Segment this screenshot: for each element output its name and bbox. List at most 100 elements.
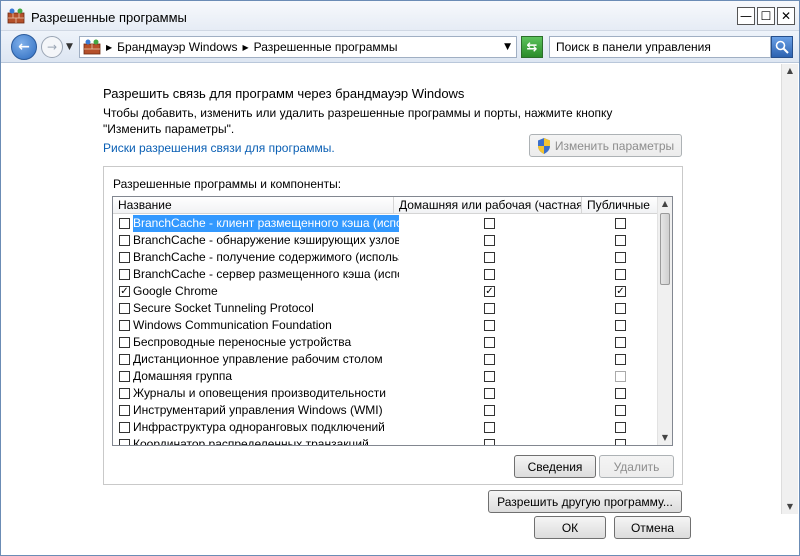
home-network-checkbox[interactable] <box>484 371 495 382</box>
public-network-checkbox[interactable] <box>615 388 626 399</box>
home-network-checkbox[interactable] <box>484 252 495 263</box>
firewall-wall-icon <box>83 39 101 55</box>
table-row[interactable]: BranchCache - получение содержимого (исп… <box>113 249 659 266</box>
public-network-checkbox[interactable] <box>615 235 626 246</box>
firewall-wall-icon <box>7 8 25 24</box>
refresh-button[interactable]: ⇆ <box>521 36 543 58</box>
program-enabled-checkbox[interactable] <box>119 422 130 433</box>
program-enabled-checkbox[interactable] <box>119 218 130 229</box>
table-row[interactable]: Secure Socket Tunneling Protocol <box>113 300 659 317</box>
program-name: Инфраструктура одноранговых подключений <box>133 420 385 434</box>
program-enabled-checkbox[interactable] <box>119 269 130 280</box>
program-enabled-checkbox[interactable] <box>119 252 130 263</box>
program-enabled-checkbox[interactable] <box>119 235 130 246</box>
home-network-checkbox[interactable] <box>484 405 495 416</box>
cancel-button[interactable]: Отмена <box>614 516 691 539</box>
table-row[interactable]: ✓ Google Chrome ✓ ✓ <box>113 283 659 300</box>
public-network-checkbox[interactable] <box>615 337 626 348</box>
program-enabled-checkbox[interactable] <box>119 371 130 382</box>
table-row[interactable]: Координатор распределенных транзакций <box>113 436 659 445</box>
scroll-down-icon[interactable]: ▼ <box>783 500 797 514</box>
program-enabled-checkbox[interactable] <box>119 320 130 331</box>
table-row[interactable]: BranchCache - клиент размещенного кэша (… <box>113 215 659 232</box>
scroll-down-icon[interactable]: ▼ <box>658 431 672 445</box>
uac-shield-icon <box>537 137 550 154</box>
home-network-checkbox[interactable] <box>484 439 495 445</box>
program-name: Windows Communication Foundation <box>133 318 332 332</box>
public-network-checkbox[interactable] <box>615 218 626 229</box>
table-row[interactable]: BranchCache - обнаружение кэширующих узл… <box>113 232 659 249</box>
table-row[interactable]: Дистанционное управление рабочим столом <box>113 351 659 368</box>
public-network-checkbox[interactable] <box>615 252 626 263</box>
scroll-thumb[interactable] <box>660 213 670 285</box>
ok-button[interactable]: ОК <box>534 516 606 539</box>
breadcrumb-separator-icon[interactable]: ▶ <box>106 43 112 52</box>
minimize-button[interactable]: — <box>737 7 755 25</box>
public-network-checkbox[interactable]: ✓ <box>615 286 626 297</box>
scroll-up-icon[interactable]: ▲ <box>783 64 797 78</box>
forward-button[interactable]: → <box>41 36 63 58</box>
public-network-checkbox[interactable] <box>615 405 626 416</box>
program-enabled-checkbox[interactable] <box>119 405 130 416</box>
program-enabled-checkbox[interactable]: ✓ <box>119 286 130 297</box>
column-header-name[interactable]: Название <box>113 197 394 214</box>
breadcrumb-firewall[interactable]: Брандмауэр Windows <box>117 40 237 54</box>
table-row[interactable]: Инфраструктура одноранговых подключений <box>113 419 659 436</box>
column-header-home[interactable]: Домашняя или рабочая (частная) <box>394 197 582 214</box>
search-button[interactable] <box>771 36 793 58</box>
public-network-checkbox[interactable] <box>615 422 626 433</box>
home-network-checkbox[interactable] <box>484 218 495 229</box>
home-network-checkbox[interactable] <box>484 320 495 331</box>
address-dropdown-icon[interactable]: ▼ <box>504 42 511 52</box>
home-network-checkbox[interactable] <box>484 388 495 399</box>
risks-link[interactable]: Риски разрешения связи для программы. <box>103 141 335 155</box>
column-header-public[interactable]: Публичные <box>582 197 659 214</box>
program-name: Инструментарий управления Windows (WMI) <box>133 403 383 417</box>
public-network-checkbox[interactable] <box>615 269 626 280</box>
program-enabled-checkbox[interactable] <box>119 337 130 348</box>
public-network-checkbox[interactable] <box>615 439 626 445</box>
title-bar[interactable]: Разрешенные программы — ☐ ✕ <box>1 1 799 31</box>
recent-pages-dropdown-icon[interactable]: ▼ <box>66 42 73 52</box>
allowed-programs-list[interactable]: Название Домашняя или рабочая (частная) … <box>112 196 673 446</box>
close-button[interactable]: ✕ <box>777 7 795 25</box>
home-network-checkbox[interactable]: ✓ <box>484 286 495 297</box>
address-bar[interactable]: ▶ Брандмауэр Windows ▶ Разрешенные прогр… <box>79 36 517 58</box>
list-vertical-scrollbar[interactable]: ▲ ▼ <box>657 197 672 445</box>
back-button[interactable]: ← <box>11 34 37 60</box>
home-network-checkbox[interactable] <box>484 354 495 365</box>
home-network-checkbox[interactable] <box>484 269 495 280</box>
scroll-up-icon[interactable]: ▲ <box>658 197 672 211</box>
table-row[interactable]: BranchCache - сервер размещенного кэша (… <box>113 266 659 283</box>
table-row[interactable]: Домашняя группа <box>113 368 659 385</box>
allow-another-program-button[interactable]: Разрешить другую программу... <box>488 490 682 513</box>
breadcrumb-allowed-programs[interactable]: Разрешенные программы <box>254 40 398 54</box>
breadcrumb-separator-icon[interactable]: ▶ <box>242 43 248 52</box>
instructions-text: Чтобы добавить, изменить или удалить раз… <box>103 106 613 136</box>
home-network-checkbox[interactable] <box>484 235 495 246</box>
program-enabled-checkbox[interactable] <box>119 388 130 399</box>
allow-another-program-label: Разрешить другую программу... <box>497 494 673 509</box>
program-enabled-checkbox[interactable] <box>119 354 130 365</box>
remove-button[interactable]: Удалить <box>599 455 674 478</box>
public-network-checkbox[interactable] <box>615 303 626 314</box>
maximize-icon: ☐ <box>760 9 772 23</box>
public-network-checkbox[interactable] <box>615 354 626 365</box>
home-network-checkbox[interactable] <box>484 303 495 314</box>
program-enabled-checkbox[interactable] <box>119 303 130 314</box>
table-row[interactable]: Беспроводные переносные устройства <box>113 334 659 351</box>
ok-label: ОК <box>561 520 579 535</box>
details-button[interactable]: Сведения <box>514 455 596 478</box>
window-vertical-scrollbar[interactable]: ▲ ▼ <box>781 64 798 514</box>
table-row[interactable]: Windows Communication Foundation <box>113 317 659 334</box>
home-network-checkbox[interactable] <box>484 422 495 433</box>
table-row[interactable]: Инструментарий управления Windows (WMI) <box>113 402 659 419</box>
table-row[interactable]: Журналы и оповещения производительности <box>113 385 659 402</box>
maximize-button[interactable]: ☐ <box>757 7 775 25</box>
home-network-checkbox[interactable] <box>484 337 495 348</box>
public-network-checkbox[interactable] <box>615 371 626 382</box>
change-settings-button[interactable]: Изменить параметры <box>529 134 682 157</box>
public-network-checkbox[interactable] <box>615 320 626 331</box>
search-input[interactable]: Поиск в панели управления <box>549 36 771 58</box>
program-enabled-checkbox[interactable] <box>119 439 130 445</box>
